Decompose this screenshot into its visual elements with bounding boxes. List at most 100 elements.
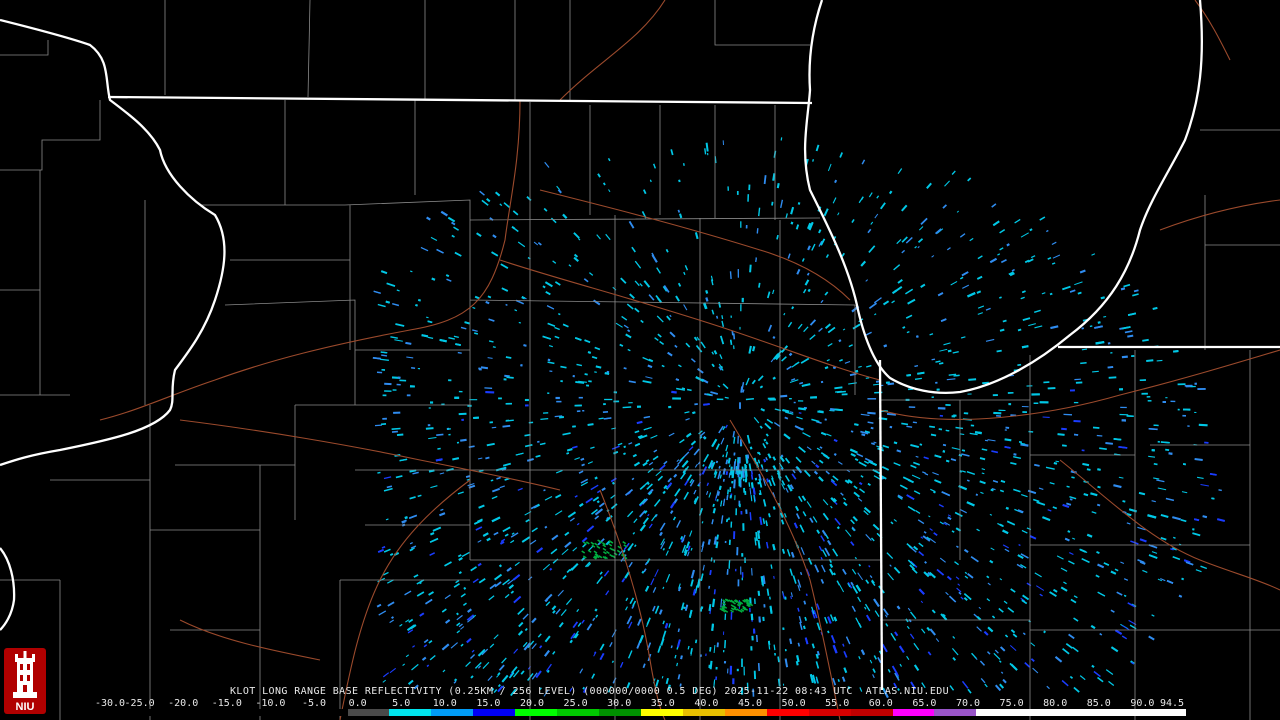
echo-speck [760, 464, 764, 468]
echo-speck [765, 468, 769, 473]
echo-speck [505, 419, 514, 422]
echo-speck [506, 376, 514, 379]
echo-speck [1193, 518, 1200, 522]
echo-speck [1133, 289, 1139, 293]
echo-speck [1018, 544, 1021, 547]
scale-label: 70.0 [955, 698, 981, 709]
echo-speck [1002, 319, 1007, 323]
echo-speck [491, 426, 497, 429]
echo-speck [661, 675, 664, 679]
echo-speck [799, 571, 803, 576]
echo-speck [647, 364, 653, 369]
colorbar-segment [892, 709, 935, 716]
echo-speck [1146, 359, 1154, 362]
echo-speck [789, 411, 794, 414]
echo-speck [1095, 341, 1105, 345]
echo-speck [749, 446, 753, 450]
echo-speck [463, 586, 467, 590]
echo-speck [1127, 334, 1134, 338]
echo-speck [1055, 460, 1060, 463]
echo-speck [815, 653, 819, 659]
echo-speck [544, 598, 549, 603]
echo-speck [725, 459, 729, 465]
echo-speck [1004, 445, 1011, 449]
scale-label: -25.0 [124, 698, 155, 709]
echo-speck [726, 494, 729, 501]
echo-speck [678, 179, 681, 183]
echo-speck [374, 424, 382, 427]
scale-label: 20.0 [519, 698, 545, 709]
echo-speck [485, 300, 490, 305]
echo-speck [790, 595, 793, 600]
echo-speck [1121, 355, 1128, 359]
echo-speck [543, 489, 546, 492]
echo-speck [587, 350, 592, 354]
echo-speck [797, 642, 801, 647]
echo-speck [728, 560, 731, 569]
echo-speck [712, 503, 715, 508]
echo-speck [773, 644, 776, 651]
echo-speck [661, 364, 665, 368]
colorbar-segment [515, 709, 558, 716]
echo-speck [566, 452, 570, 455]
echo-speck [942, 443, 947, 447]
echo-speck [649, 179, 652, 183]
echo-speck [560, 365, 567, 369]
echo-speck [1069, 498, 1073, 501]
echo-speck [1192, 528, 1195, 531]
echo-speck [1000, 479, 1006, 484]
echo-speck [436, 433, 444, 436]
echo-speck [731, 469, 735, 479]
echo-speck [733, 479, 736, 489]
echo-speck [1066, 485, 1070, 488]
echo-speck [544, 525, 548, 529]
echo-speck [759, 385, 764, 389]
echo-speck [807, 288, 811, 293]
echo-speck [803, 600, 807, 605]
echo-speck [445, 274, 450, 278]
echo-speck [623, 367, 627, 370]
echo-speck [557, 313, 561, 316]
echo-speck [547, 358, 551, 362]
echo-speck [1057, 433, 1065, 436]
echo-speck [853, 423, 859, 427]
echo-speck [473, 332, 479, 335]
echo-speck [1029, 228, 1033, 232]
echo-speck [1107, 366, 1114, 369]
echo-speck [912, 421, 917, 424]
echo-speck [1105, 442, 1114, 445]
echo-speck [784, 416, 789, 420]
colorbar-segment [976, 709, 1019, 716]
echo-speck [865, 377, 870, 379]
colorbar-segment [1102, 709, 1145, 716]
echo-speck [1006, 243, 1010, 247]
echo-speck [680, 655, 683, 660]
echo-speck [606, 370, 610, 374]
echo-speck [929, 425, 936, 428]
echo-speck [806, 272, 810, 276]
echo-speck [1103, 315, 1107, 318]
echo-speck [677, 209, 681, 213]
echo-speck [505, 356, 512, 359]
echo-speck [671, 390, 677, 394]
echo-speck [791, 306, 795, 310]
echo-speck [745, 398, 754, 401]
echo-speck [776, 183, 780, 189]
echo-speck [945, 429, 950, 432]
scale-label: 90.0 [1130, 698, 1155, 709]
echo-speck [1067, 530, 1071, 533]
colorbar-segment [473, 709, 516, 716]
echo-speck [1097, 321, 1101, 324]
echo-speck [1173, 350, 1179, 353]
echo-speck [405, 341, 412, 345]
colorbar-segment [137, 709, 180, 716]
echo-speck [867, 421, 874, 424]
echo-speck [380, 351, 388, 354]
echo-speck [594, 608, 598, 612]
echo-speck [1108, 376, 1117, 379]
echo-speck [690, 547, 693, 551]
echo-speck [417, 494, 422, 498]
echo-speck [750, 470, 753, 475]
echo-speck [772, 376, 776, 380]
echo-speck [686, 388, 692, 392]
